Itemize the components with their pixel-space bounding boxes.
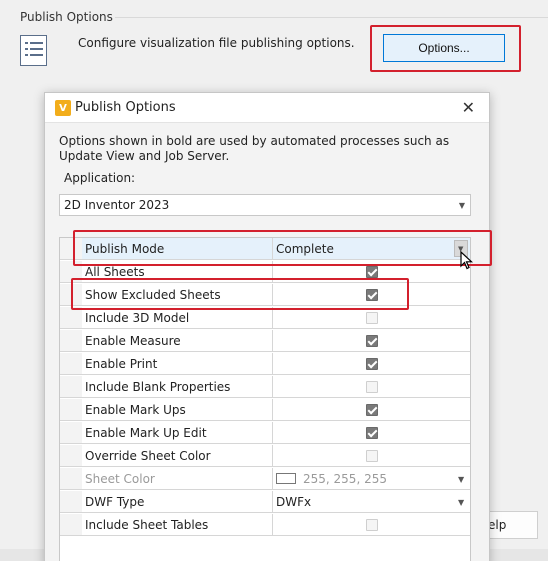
row-enable-mark-ups[interactable]: Enable Mark Ups — [60, 399, 470, 421]
dialog-title: Publish Options — [75, 100, 176, 115]
group-divider — [115, 17, 548, 18]
row-gutter — [60, 330, 82, 351]
help-button-label: elp — [488, 518, 507, 532]
override-sheet-color-checkbox[interactable] — [366, 450, 378, 462]
inventor-app-icon: V — [55, 100, 71, 116]
group-title: Publish Options — [20, 10, 113, 24]
all-sheets-checkbox[interactable] — [366, 266, 378, 278]
row-gutter — [60, 307, 82, 328]
group-description: Configure visualization file publishing … — [78, 36, 355, 50]
column-divider — [272, 422, 273, 443]
mouse-cursor-icon — [460, 251, 474, 270]
row-include-blank-properties[interactable]: Include Blank Properties — [60, 376, 470, 398]
row-gutter — [60, 399, 82, 420]
row-label: DWF Type — [85, 495, 145, 509]
row-label: Override Sheet Color — [85, 449, 211, 463]
row-gutter — [60, 468, 82, 489]
row-gutter — [60, 491, 82, 512]
row-dwf-type[interactable]: DWF Type DWFx ▼ — [60, 491, 470, 513]
row-gutter — [60, 376, 82, 397]
application-label: Application: — [64, 171, 136, 185]
row-gutter — [60, 514, 82, 535]
row-label: Sheet Color — [85, 472, 155, 486]
chevron-down-icon: ▼ — [458, 498, 465, 507]
enable-mark-ups-checkbox[interactable] — [366, 404, 378, 416]
row-enable-measure[interactable]: Enable Measure — [60, 330, 470, 352]
row-gutter — [60, 353, 82, 374]
highlight-show-excluded-sheets — [71, 278, 409, 310]
row-enable-print[interactable]: Enable Print — [60, 353, 470, 375]
list-icon — [20, 35, 47, 66]
application-value: 2D Inventor 2023 — [64, 198, 170, 212]
row-label: Enable Measure — [85, 334, 181, 348]
chevron-down-icon: ▼ — [458, 475, 465, 484]
include-sheet-tables-checkbox[interactable] — [366, 519, 378, 531]
publish-options-dialog: V Publish Options ✕ Options shown in bol… — [44, 92, 490, 561]
enable-mark-up-edit-checkbox[interactable] — [366, 427, 378, 439]
sheet-color-value: 255, 255, 255 — [303, 472, 387, 486]
column-divider — [272, 376, 273, 397]
close-icon[interactable]: ✕ — [462, 98, 475, 117]
dialog-description: Options shown in bold are used by automa… — [59, 134, 450, 163]
row-include-3d-model[interactable]: Include 3D Model — [60, 307, 470, 329]
row-override-sheet-color[interactable]: Override Sheet Color — [60, 445, 470, 467]
column-divider — [272, 353, 273, 374]
highlight-options-button — [370, 25, 521, 72]
row-label: Enable Print — [85, 357, 158, 371]
include-blank-properties-checkbox[interactable] — [366, 381, 378, 393]
row-enable-mark-up-edit[interactable]: Enable Mark Up Edit — [60, 422, 470, 444]
row-label: Include Sheet Tables — [85, 518, 209, 532]
row-label: All Sheets — [85, 265, 145, 279]
enable-print-checkbox[interactable] — [366, 358, 378, 370]
highlight-publish-mode — [73, 230, 492, 266]
row-sheet-color[interactable]: Sheet Color 255, 255, 255 ▼ — [60, 468, 470, 490]
color-swatch — [276, 473, 296, 484]
enable-measure-checkbox[interactable] — [366, 335, 378, 347]
column-divider — [272, 330, 273, 351]
row-label: Include Blank Properties — [85, 380, 231, 394]
row-gutter — [60, 422, 82, 443]
row-label: Enable Mark Up Edit — [85, 426, 207, 440]
column-divider — [272, 468, 273, 489]
include-3d-model-checkbox[interactable] — [366, 312, 378, 324]
row-gutter — [60, 445, 82, 466]
column-divider — [272, 491, 273, 512]
dialog-titlebar: V Publish Options ✕ — [45, 93, 489, 123]
row-label: Include 3D Model — [85, 311, 190, 325]
application-dropdown[interactable]: 2D Inventor 2023 ▼ — [59, 194, 471, 216]
column-divider — [272, 445, 273, 466]
row-include-sheet-tables[interactable]: Include Sheet Tables — [60, 514, 470, 536]
column-divider — [272, 399, 273, 420]
chevron-down-icon: ▼ — [458, 201, 465, 210]
dwf-type-value: DWFx — [276, 495, 312, 509]
row-label: Enable Mark Ups — [85, 403, 186, 417]
column-divider — [272, 514, 273, 535]
column-divider — [272, 307, 273, 328]
